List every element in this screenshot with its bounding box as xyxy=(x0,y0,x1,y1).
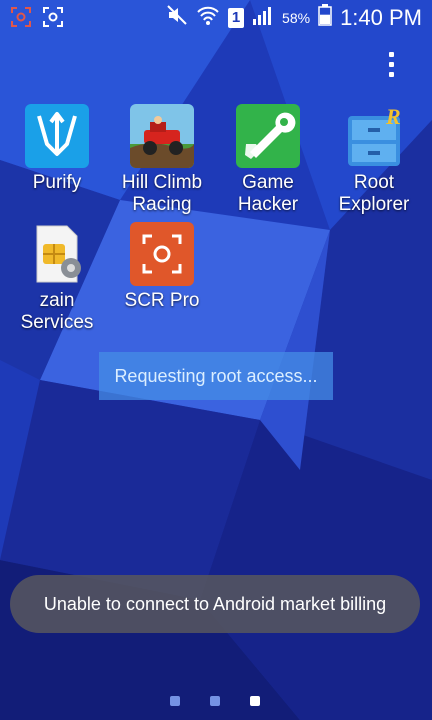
app-label: Root Explorer xyxy=(338,172,410,215)
svg-text:R: R xyxy=(385,104,401,129)
clock: 1:40 PM xyxy=(340,4,422,30)
wifi-icon xyxy=(196,4,220,31)
page-dot-3[interactable] xyxy=(250,696,260,706)
cabinet-icon: R xyxy=(342,104,406,168)
battery-icon xyxy=(318,4,332,31)
overflow-menu-button[interactable] xyxy=(385,52,397,82)
battery-percent: 58% xyxy=(282,9,311,26)
status-bar: 1 58% 1:40 PM xyxy=(0,0,432,34)
app-label: Game Hacker xyxy=(237,172,299,215)
page-indicator[interactable] xyxy=(170,696,260,706)
trident-icon xyxy=(25,104,89,168)
sim-card-icon xyxy=(25,222,89,286)
app-game-hacker[interactable]: Game Hacker xyxy=(218,104,318,216)
app-root-explorer[interactable]: R Root Explorer xyxy=(324,104,424,216)
signal-icon xyxy=(252,5,274,30)
jeep-icon xyxy=(130,104,194,168)
sim-icon: 1 xyxy=(228,7,245,28)
app-label: SCR Pro xyxy=(124,290,200,311)
app-scr-pro[interactable]: SCR Pro xyxy=(112,222,212,312)
toast-notification: Unable to connect to Android market bill… xyxy=(10,575,420,633)
app-label: zain Services xyxy=(20,290,94,333)
app-label: Hill Climb Racing xyxy=(121,172,203,215)
page-dot-1[interactable] xyxy=(170,696,180,706)
screen-record-icon xyxy=(10,6,32,33)
app-zain-services[interactable]: zain Services xyxy=(7,222,107,334)
screen-recorder-icon xyxy=(130,222,194,286)
root-access-progress: Requesting root access... xyxy=(99,352,333,400)
page-dot-2[interactable] xyxy=(210,696,220,706)
toast-message: Unable to connect to Android market bill… xyxy=(43,593,387,614)
app-hill-climb-racing[interactable]: Hill Climb Racing xyxy=(112,104,212,216)
app-purify[interactable]: Purify xyxy=(7,104,107,194)
progress-message: Requesting root access... xyxy=(114,365,318,386)
app-label: Purify xyxy=(32,172,82,193)
mute-icon xyxy=(166,4,188,31)
screenshot-icon xyxy=(42,6,64,33)
wrench-icon xyxy=(236,104,300,168)
